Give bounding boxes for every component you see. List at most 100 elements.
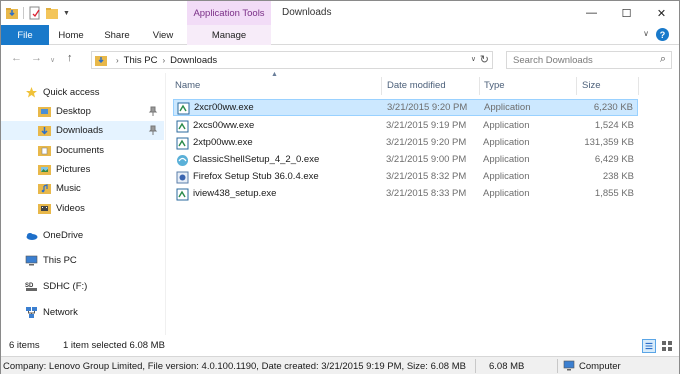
column-divider[interactable] (638, 77, 639, 95)
selection-info: 1 item selected 6.08 MB (63, 340, 165, 351)
nav-this-pc[interactable]: This PC (1, 251, 164, 270)
refresh-icon[interactable]: ↻ (480, 53, 489, 66)
help-icon[interactable]: ? (656, 28, 669, 41)
file-size: 6,429 KB (594, 154, 634, 165)
firefox-installer-icon (176, 171, 189, 184)
nav-music[interactable]: Music (1, 179, 164, 198)
file-row[interactable]: ClassicShellSetup_4_2_0.exe 3/21/2015 9:… (173, 152, 638, 169)
installer-exe-icon (177, 102, 190, 115)
tab-file[interactable]: File (1, 25, 49, 45)
nav-pictures[interactable]: Pictures (1, 160, 164, 179)
address-bar[interactable]: › This PC › Downloads ∨ ↻ (91, 51, 493, 69)
file-date: 3/21/2015 9:00 PM (386, 154, 467, 165)
nav-quick-access[interactable]: Quick access (1, 83, 164, 102)
file-name: 2xcr00ww.exe (194, 102, 254, 113)
details-bar: Company: Lenovo Group Limited, File vers… (1, 356, 679, 374)
details-divider (557, 359, 558, 373)
address-dropdown-icon[interactable]: ∨ (471, 55, 476, 63)
file-date: 3/21/2015 8:32 PM (386, 171, 467, 182)
file-size: 1,524 KB (594, 120, 634, 131)
file-name: 2xcs00ww.exe (193, 120, 255, 131)
column-header-size[interactable]: Size (582, 73, 638, 97)
breadcrumb-this-pc[interactable]: This PC (124, 55, 158, 66)
pane-splitter[interactable] (165, 73, 166, 335)
expand-ribbon-icon[interactable]: ∨ (643, 29, 649, 38)
explorer-window: ▼ Application Tools Downloads — ☐ ✕ File… (0, 0, 680, 374)
downloads-folder-icon (95, 56, 107, 66)
file-row[interactable]: 2xcr00ww.exe 3/21/2015 9:20 PM Applicati… (173, 99, 638, 116)
qat-separator (23, 7, 24, 19)
music-folder-icon (38, 184, 51, 194)
app-downloads-icon (6, 8, 18, 19)
star-icon (26, 87, 37, 98)
pin-icon[interactable] (148, 125, 158, 135)
file-date: 3/21/2015 9:20 PM (386, 137, 467, 148)
file-row[interactable]: 2xtp00ww.exe 3/21/2015 9:20 PM Applicati… (173, 135, 638, 152)
customize-qat-icon[interactable]: ▼ (63, 10, 70, 17)
file-name: Firefox Setup Stub 36.0.4.exe (193, 171, 319, 182)
tab-manage[interactable]: Manage (187, 25, 271, 45)
status-bar: 6 items 1 item selected 6.08 MB (1, 337, 679, 355)
nav-label: Quick access (43, 87, 100, 98)
column-header-date[interactable]: Date modified (387, 73, 479, 97)
column-divider[interactable] (381, 77, 382, 95)
nav-downloads[interactable]: Downloads (1, 121, 164, 140)
nav-videos[interactable]: Videos (1, 199, 164, 218)
nav-label: Videos (56, 203, 85, 214)
address-row: ← → ∨ ↑ › This PC › Downloads ∨ ↻ Search… (1, 46, 679, 73)
file-name: ClassicShellSetup_4_2_0.exe (193, 154, 320, 165)
minimize-button[interactable]: — (574, 1, 609, 25)
file-size: 1,855 KB (594, 188, 634, 199)
search-input[interactable]: Search Downloads ⌕ (506, 51, 672, 69)
nav-label: Pictures (56, 164, 91, 175)
nav-label: SDHC (F:) (43, 281, 88, 292)
properties-icon[interactable] (28, 6, 42, 20)
file-size: 6,230 KB (593, 102, 633, 113)
column-header-type[interactable]: Type (484, 73, 576, 97)
nav-onedrive[interactable]: OneDrive (1, 226, 164, 245)
file-row[interactable]: Firefox Setup Stub 36.0.4.exe 3/21/2015 … (173, 169, 638, 186)
window-title: Downloads (282, 7, 332, 18)
breadcrumb-downloads[interactable]: Downloads (170, 55, 217, 66)
file-type: Application (484, 102, 531, 113)
column-divider[interactable] (479, 77, 480, 95)
file-type: Application (483, 171, 530, 182)
maximize-button[interactable]: ☐ (609, 1, 644, 25)
installer-exe-icon (176, 188, 189, 201)
installer-exe-icon (176, 120, 189, 133)
videos-folder-icon (38, 204, 51, 214)
nav-network[interactable]: Network (1, 303, 164, 322)
back-arrow-icon[interactable]: ← (11, 52, 22, 64)
file-date: 3/21/2015 9:19 PM (386, 120, 467, 131)
file-type: Application (483, 120, 530, 131)
nav-label: This PC (43, 255, 77, 266)
tab-view[interactable]: View (141, 25, 185, 45)
file-date: 3/21/2015 9:20 PM (387, 102, 468, 113)
up-arrow-icon[interactable]: ↑ (67, 52, 73, 64)
large-icons-view-icon[interactable] (660, 339, 674, 353)
pin-icon[interactable] (148, 106, 158, 116)
installer-exe-icon (176, 137, 189, 150)
title-bar: ▼ Application Tools Downloads — ☐ ✕ (1, 1, 679, 25)
file-row[interactable]: 2xcs00ww.exe 3/21/2015 9:19 PM Applicati… (173, 118, 638, 135)
nav-label: Documents (56, 145, 105, 156)
tab-share[interactable]: Share (93, 25, 141, 45)
nav-label: Network (43, 307, 78, 318)
forward-arrow-icon[interactable]: → (31, 52, 42, 64)
recent-locations-icon[interactable]: ∨ (50, 56, 55, 64)
breadcrumb-chevron-icon: › (116, 55, 119, 65)
nav-sdhc[interactable]: SD SDHC (F:) (1, 277, 164, 296)
desktop-folder-icon (38, 107, 51, 117)
column-divider[interactable] (576, 77, 577, 95)
sd-card-icon: SD (25, 283, 37, 291)
file-name: iview438_setup.exe (193, 188, 277, 199)
tab-home[interactable]: Home (49, 25, 93, 45)
file-row[interactable]: iview438_setup.exe 3/21/2015 8:33 PM App… (173, 186, 638, 203)
new-folder-icon[interactable] (45, 6, 59, 20)
column-header-name[interactable]: Name (175, 73, 380, 97)
nav-desktop[interactable]: Desktop (1, 102, 164, 121)
nav-label: Downloads (56, 125, 103, 136)
close-button[interactable]: ✕ (644, 1, 679, 25)
nav-documents[interactable]: Documents (1, 141, 164, 160)
details-view-icon[interactable] (642, 339, 656, 353)
